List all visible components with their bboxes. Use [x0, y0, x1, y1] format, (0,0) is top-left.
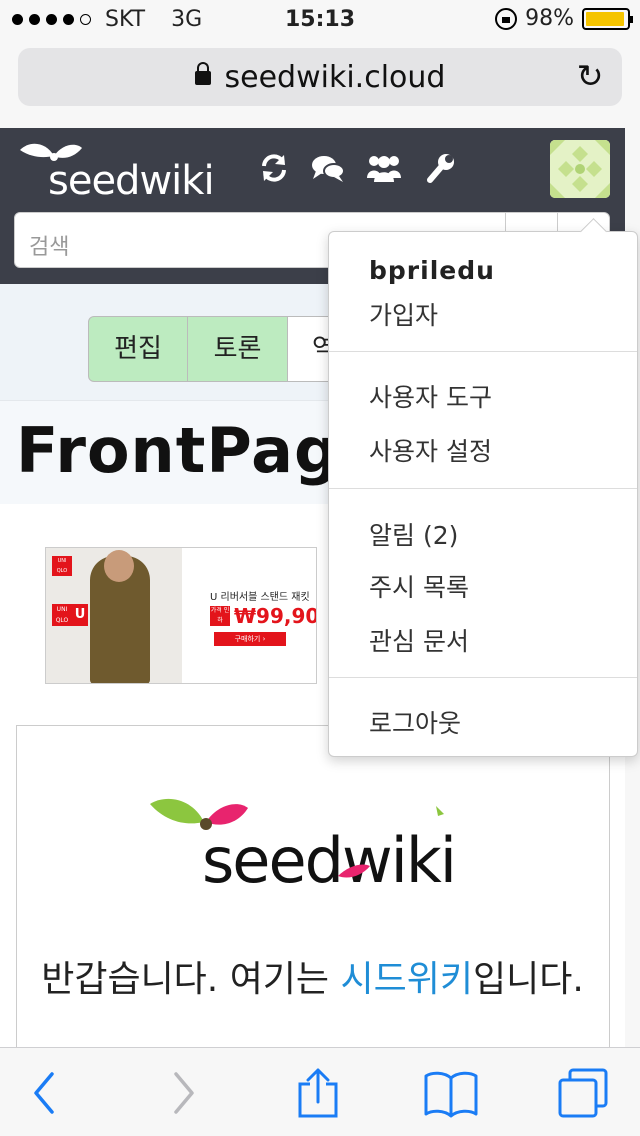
menu-item-user-tools[interactable]: 사용자 도구 [369, 378, 492, 414]
ad-banner[interactable]: UNI QLO UNI QLO U U 리버서블 스탠드 재킷 가격 인하 ₩9… [45, 547, 317, 684]
tabs-icon[interactable] [556, 1068, 610, 1118]
rotation-lock-icon [495, 7, 518, 30]
menu-item-user-settings[interactable]: 사용자 설정 [369, 432, 492, 468]
tab-discuss[interactable]: 토론 [187, 316, 288, 382]
ad-price: ₩99,900 [234, 604, 316, 628]
tab-edit[interactable]: 편집 [88, 316, 188, 382]
comments-icon[interactable] [308, 152, 348, 192]
battery-icon [582, 7, 633, 30]
dropdown-divider [329, 677, 637, 678]
address-bar[interactable]: seedwiki.cloud ↻ [18, 48, 622, 106]
dropdown-divider [329, 351, 637, 352]
welcome-before: 반갑습니다. 여기는 [41, 959, 341, 1000]
dropdown-role: 가입자 [369, 301, 439, 330]
seedwiki-logo[interactable]: seedwiki [16, 136, 216, 202]
svg-text:seedwiki: seedwiki [202, 824, 455, 892]
wrench-icon[interactable] [420, 152, 460, 192]
seedwiki-link[interactable]: 시드위키 [341, 959, 473, 1000]
forward-icon[interactable] [168, 1068, 200, 1118]
ad-model-head [104, 550, 134, 582]
status-bar: SKT 3G 15:13 98% [0, 0, 640, 40]
menu-item-watchlist[interactable]: 주시 목록 [369, 568, 469, 604]
ad-brand-logo: UNI QLO [52, 556, 72, 576]
ad-headline: U 리버서블 스탠드 재킷 [210, 592, 310, 603]
reload-icon[interactable]: ↻ [572, 58, 608, 94]
seedwiki-main-logo: seedwiki [150, 798, 457, 892]
menu-item-logout[interactable]: 로그아웃 [369, 704, 461, 740]
users-icon[interactable] [364, 152, 404, 192]
url-text: seedwiki.cloud [224, 60, 446, 95]
dropdown-username: bpriledu [369, 256, 495, 285]
ad-buy-button[interactable]: 구매하기 › [214, 632, 286, 646]
ad-u-logo: U [72, 604, 88, 626]
status-right: 98% [495, 6, 633, 31]
url-display[interactable]: seedwiki.cloud [18, 60, 622, 95]
svg-text:seedwiki: seedwiki [48, 158, 214, 202]
share-icon[interactable] [296, 1068, 340, 1118]
welcome-after: 입니다. [472, 959, 584, 1000]
user-dropdown-menu: bpriledu 가입자 사용자 도구 사용자 설정 알림 (2) 주시 목록 … [328, 231, 638, 757]
ad-brand-logo-2: UNI QLO [52, 604, 72, 626]
menu-item-notifications[interactable]: 알림 (2) [369, 516, 458, 552]
refresh-icon[interactable] [254, 152, 294, 192]
welcome-text: 반갑습니다. 여기는 시드위키입니다. [30, 956, 595, 1004]
back-icon[interactable] [28, 1068, 60, 1118]
user-avatar[interactable] [550, 140, 610, 198]
ad-price-badge: 가격 인하 [210, 606, 230, 626]
dropdown-divider [329, 488, 637, 489]
bookmarks-icon[interactable] [424, 1068, 478, 1118]
battery-percent: 98% [525, 6, 574, 31]
padlock-icon [194, 62, 211, 85]
menu-item-starred[interactable]: 관심 문서 [369, 622, 469, 658]
